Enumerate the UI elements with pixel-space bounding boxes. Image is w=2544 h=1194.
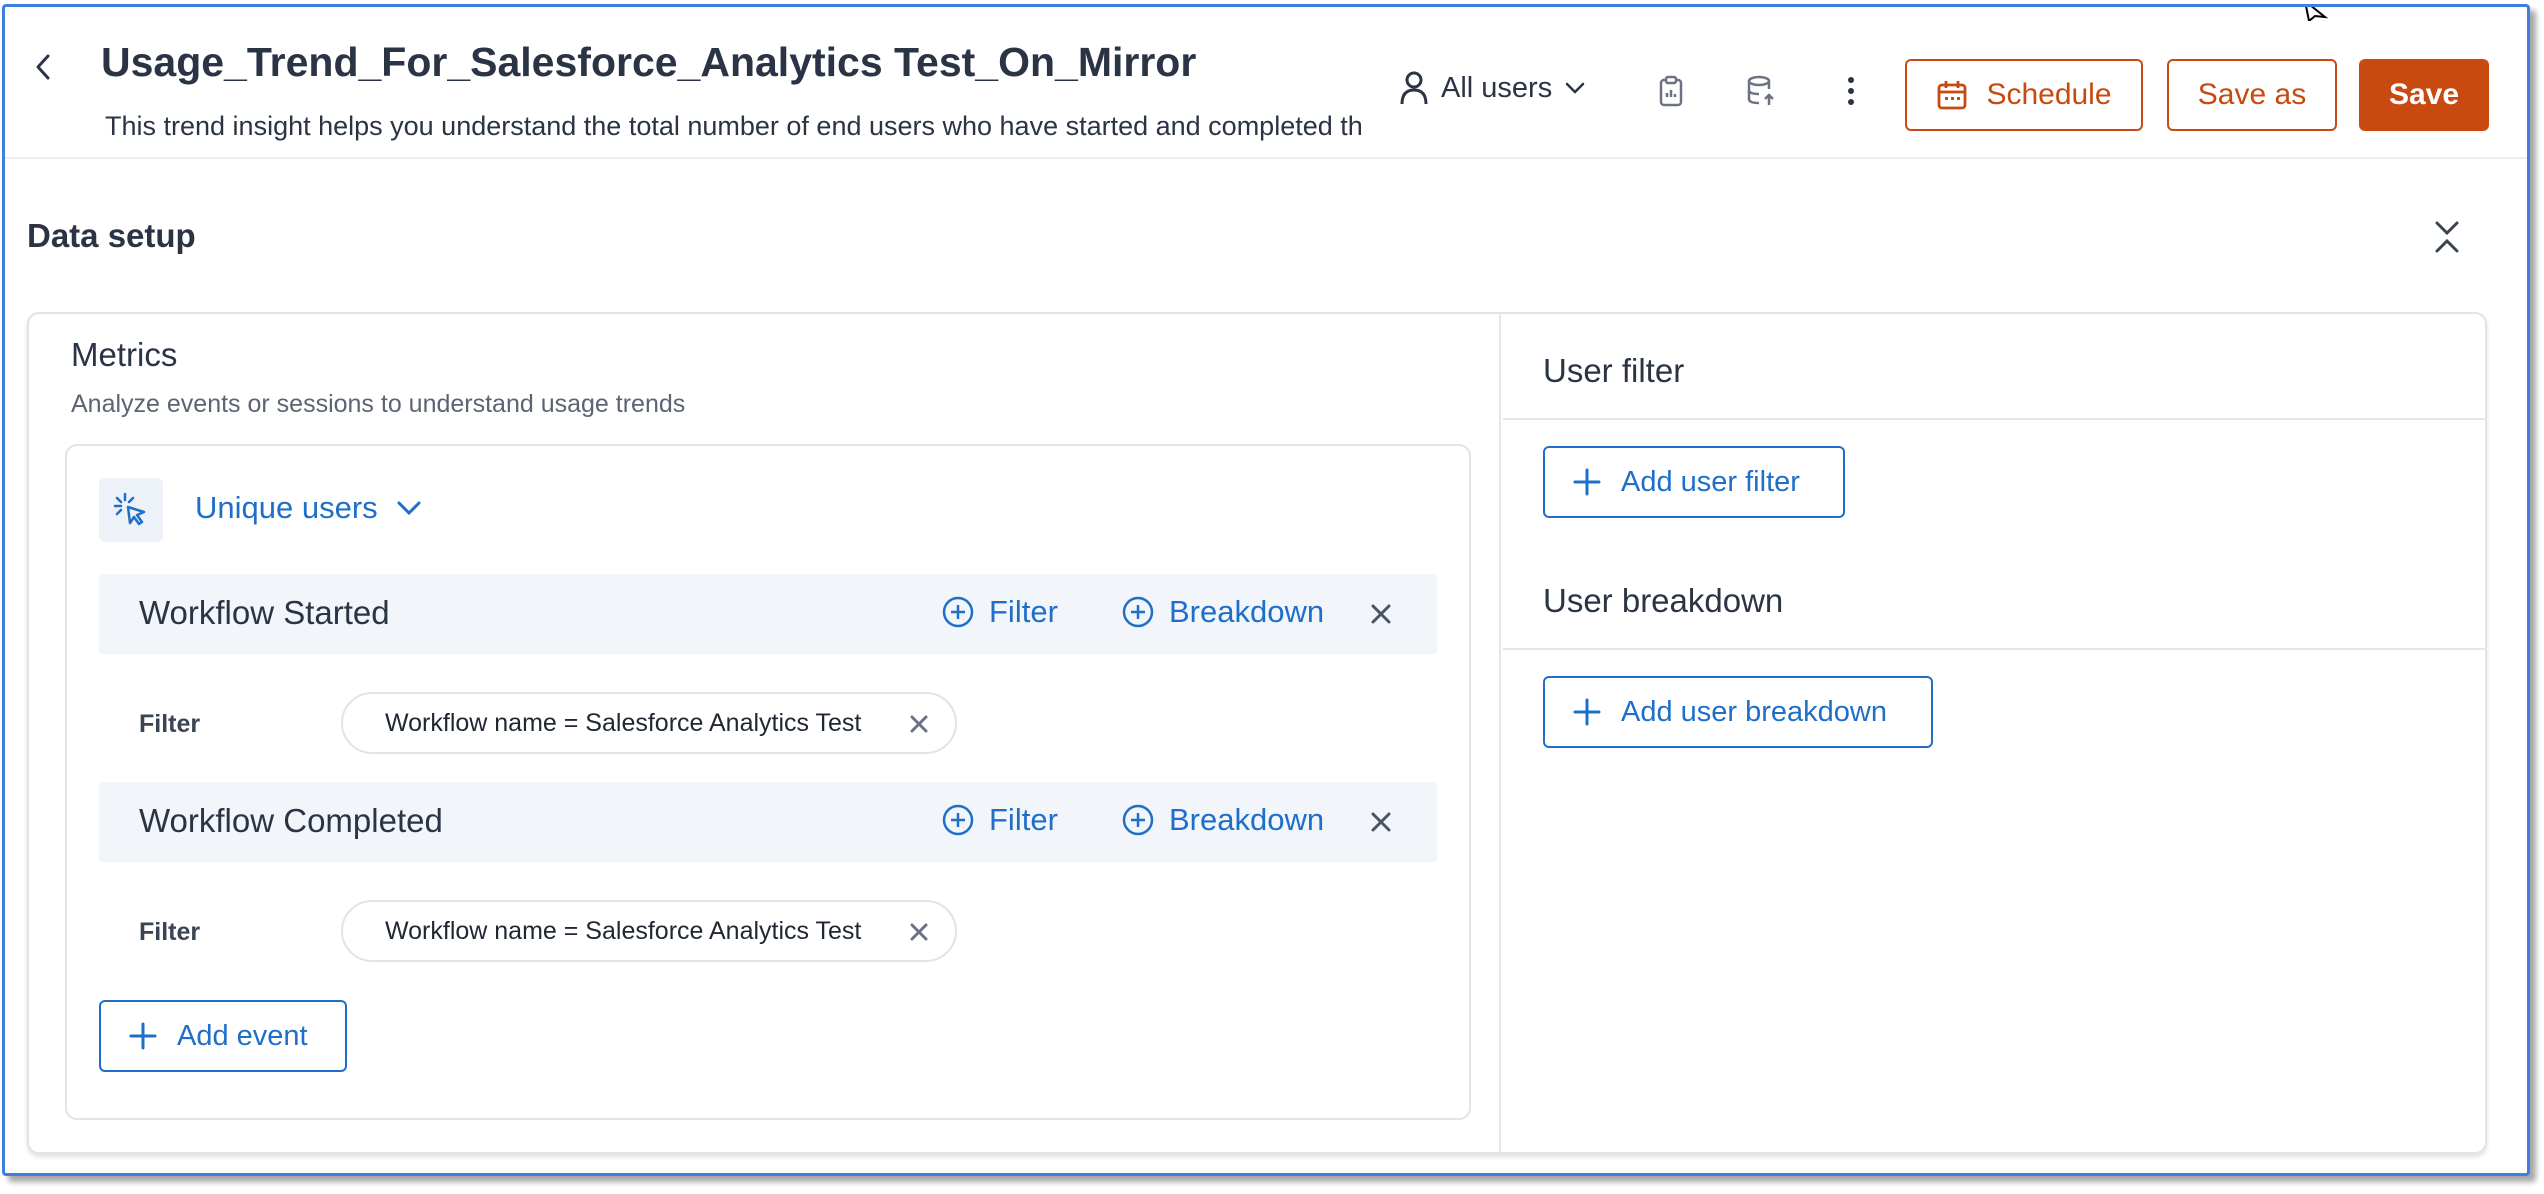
- save-as-button[interactable]: Save as: [2167, 59, 2337, 131]
- add-user-breakdown-label: Add user breakdown: [1621, 695, 1887, 728]
- close-icon: [1371, 604, 1391, 624]
- chevron-down-icon: [1565, 82, 1585, 94]
- page-description: This trend insight helps you understand …: [105, 111, 1363, 141]
- event-filter-label: Filter: [989, 802, 1058, 837]
- chevron-down-icon: [397, 501, 421, 516]
- event-row: Workflow Completed Filter Breakdown: [99, 782, 1437, 862]
- event-breakdown-button[interactable]: Breakdown: [1121, 594, 1324, 630]
- metrics-pane: Metrics Analyze events or sessions to un…: [29, 314, 1501, 1152]
- add-user-filter-label: Add user filter: [1621, 465, 1800, 498]
- user-filter-title: User filter: [1543, 352, 1685, 389]
- save-button[interactable]: Save: [2359, 59, 2489, 131]
- close-icon: [1371, 812, 1391, 832]
- save-label: Save: [2388, 78, 2460, 111]
- filter-chip-label: Workflow name = Salesforce Analytics Tes…: [385, 916, 862, 945]
- mouse-cursor-icon: [2305, 7, 2329, 21]
- event-filter-label: Filter: [989, 594, 1058, 629]
- plus-circle-icon: [1122, 596, 1154, 628]
- clipboard-button[interactable]: [1649, 69, 1693, 113]
- add-user-breakdown-button[interactable]: Add user breakdown: [1543, 676, 1933, 748]
- aggregation-select[interactable]: Unique users: [195, 490, 422, 526]
- filter-chip[interactable]: Workflow name = Salesforce Analytics Tes…: [341, 900, 957, 962]
- calendar-icon: [1938, 81, 1967, 110]
- metrics-subtitle: Analyze events or sessions to understand…: [71, 390, 686, 418]
- remove-filter-button[interactable]: [903, 708, 935, 740]
- metrics-title: Metrics: [71, 336, 178, 373]
- more-options-button[interactable]: [1829, 69, 1873, 113]
- users-select[interactable]: All users: [1399, 63, 1586, 113]
- add-user-filter-button[interactable]: Add user filter: [1543, 446, 1845, 518]
- close-icon: [910, 715, 928, 733]
- metric-box: Unique users Workflow Started Filter Bre…: [65, 444, 1471, 1120]
- add-event-button[interactable]: Add event: [99, 1000, 347, 1072]
- back-icon: [36, 54, 50, 80]
- user-pane: User filter Add user filter User breakdo…: [1503, 314, 2487, 1152]
- clipboard-icon: [1659, 75, 1683, 107]
- schedule-button[interactable]: Schedule: [1905, 59, 2143, 131]
- more-vert-icon: [1848, 77, 1854, 105]
- plus-icon: [1573, 468, 1601, 496]
- data-setup-title: Data setup: [27, 217, 196, 254]
- event-breakdown-label: Breakdown: [1169, 594, 1325, 629]
- event-row: Workflow Started Filter Breakdown: [99, 574, 1437, 654]
- schedule-label: Schedule: [1986, 78, 2112, 111]
- plus-circle-icon: [942, 596, 974, 628]
- plus-icon: [1573, 698, 1601, 726]
- back-button[interactable]: [23, 47, 63, 87]
- close-icon: [910, 923, 928, 941]
- plus-circle-icon: [942, 804, 974, 836]
- page-header: Usage_Trend_For_Salesforce_Analytics Tes…: [5, 7, 2527, 159]
- database-button[interactable]: [1739, 69, 1783, 113]
- user-breakdown-header: User breakdown: [1503, 544, 2487, 650]
- add-event-label: Add event: [177, 1019, 308, 1052]
- event-breakdown-button[interactable]: Breakdown: [1121, 802, 1324, 838]
- remove-filter-button[interactable]: [903, 916, 935, 948]
- users-select-label: All users: [1441, 71, 1553, 104]
- save-as-label: Save as: [2197, 78, 2307, 111]
- user-breakdown-title: User breakdown: [1543, 582, 1784, 619]
- plus-circle-icon: [1122, 804, 1154, 836]
- plus-icon: [129, 1022, 157, 1050]
- filter-chip-label: Workflow name = Salesforce Analytics Tes…: [385, 708, 862, 737]
- event-breakdown-label: Breakdown: [1169, 802, 1325, 837]
- aggregation-label: Unique users: [195, 490, 378, 525]
- event-filter-button[interactable]: Filter: [941, 594, 1058, 630]
- event-name: Workflow Started: [139, 594, 390, 631]
- filter-chip[interactable]: Workflow name = Salesforce Analytics Tes…: [341, 692, 957, 754]
- remove-event-button[interactable]: [1361, 594, 1401, 634]
- event-name: Workflow Completed: [139, 802, 443, 839]
- collapse-icon: [2435, 221, 2459, 253]
- collapse-button[interactable]: [2425, 215, 2469, 259]
- aggregation-icon-box: [99, 478, 163, 542]
- event-filter-button[interactable]: Filter: [941, 802, 1058, 838]
- filter-label: Filter: [139, 710, 201, 738]
- user-icon: [1400, 71, 1428, 105]
- remove-event-button[interactable]: [1361, 802, 1401, 842]
- user-filter-header: User filter: [1503, 314, 2487, 420]
- data-setup-card: Metrics Analyze events or sessions to un…: [27, 312, 2487, 1154]
- filter-label: Filter: [139, 918, 201, 946]
- database-icon: [1747, 75, 1774, 105]
- cursor-click-icon: [113, 492, 146, 526]
- page-title: Usage_Trend_For_Salesforce_Analytics Tes…: [101, 39, 1197, 85]
- app-window: Usage_Trend_For_Salesforce_Analytics Tes…: [2, 4, 2530, 1176]
